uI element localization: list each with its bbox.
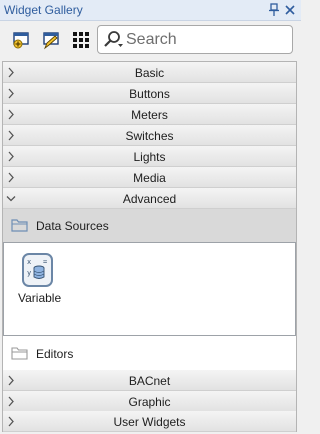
category-label: Basic [134, 66, 165, 80]
folder-icon [11, 347, 28, 360]
search-icon[interactable] [102, 30, 124, 50]
subgroup-label: Data Sources [36, 219, 109, 233]
add-widget-icon[interactable] [11, 30, 31, 50]
category-meters[interactable]: Meters [3, 104, 296, 125]
widget-label: Variable [18, 291, 62, 305]
category-label: BACnet [128, 374, 171, 388]
category-label: Graphic [128, 395, 171, 409]
category-label: Lights [133, 150, 166, 164]
category-label: Switches [125, 129, 174, 143]
search-input[interactable] [126, 28, 286, 51]
category-switches[interactable]: Switches [3, 125, 296, 146]
category-label: Meters [131, 108, 168, 122]
category-label: Advanced [122, 192, 177, 206]
edit-widget-icon[interactable] [41, 30, 61, 50]
subgroup-label: Editors [36, 347, 74, 361]
svg-text:=: = [43, 258, 47, 266]
category-user-widgets[interactable]: User Widgets [3, 411, 296, 432]
category-bacnet[interactable]: BACnet [3, 370, 296, 391]
window-titlebar: Widget Gallery [0, 0, 301, 21]
subgroup-editors[interactable]: Editors [3, 336, 296, 370]
category-label: User Widgets [113, 415, 186, 429]
pin-icon[interactable] [268, 3, 280, 17]
window-title: Widget Gallery [4, 3, 83, 17]
grid-view-icon[interactable] [71, 30, 91, 50]
category-lights[interactable]: Lights [3, 146, 296, 167]
subgroup-data-sources[interactable]: Data Sources [3, 209, 296, 242]
category-graphic[interactable]: Graphic [3, 391, 296, 412]
category-label: Media [133, 171, 166, 185]
search-box[interactable] [97, 25, 293, 54]
category-basic[interactable]: Basic [3, 62, 296, 83]
category-advanced[interactable]: Advanced [3, 188, 296, 209]
gallery-panel: Basic Buttons Meters Switches Lights Med… [2, 61, 297, 432]
category-buttons[interactable]: Buttons [3, 83, 296, 104]
folder-icon [11, 219, 28, 232]
svg-text:y: y [27, 269, 31, 277]
variable-icon: x = y [22, 253, 53, 287]
category-label: Buttons [129, 87, 170, 101]
svg-text:x: x [27, 258, 31, 266]
close-icon[interactable] [284, 3, 296, 17]
category-media[interactable]: Media [3, 167, 296, 188]
data-sources-widgets: x = y Variable [3, 242, 296, 336]
widget-variable[interactable]: x = y Variable [18, 253, 62, 311]
